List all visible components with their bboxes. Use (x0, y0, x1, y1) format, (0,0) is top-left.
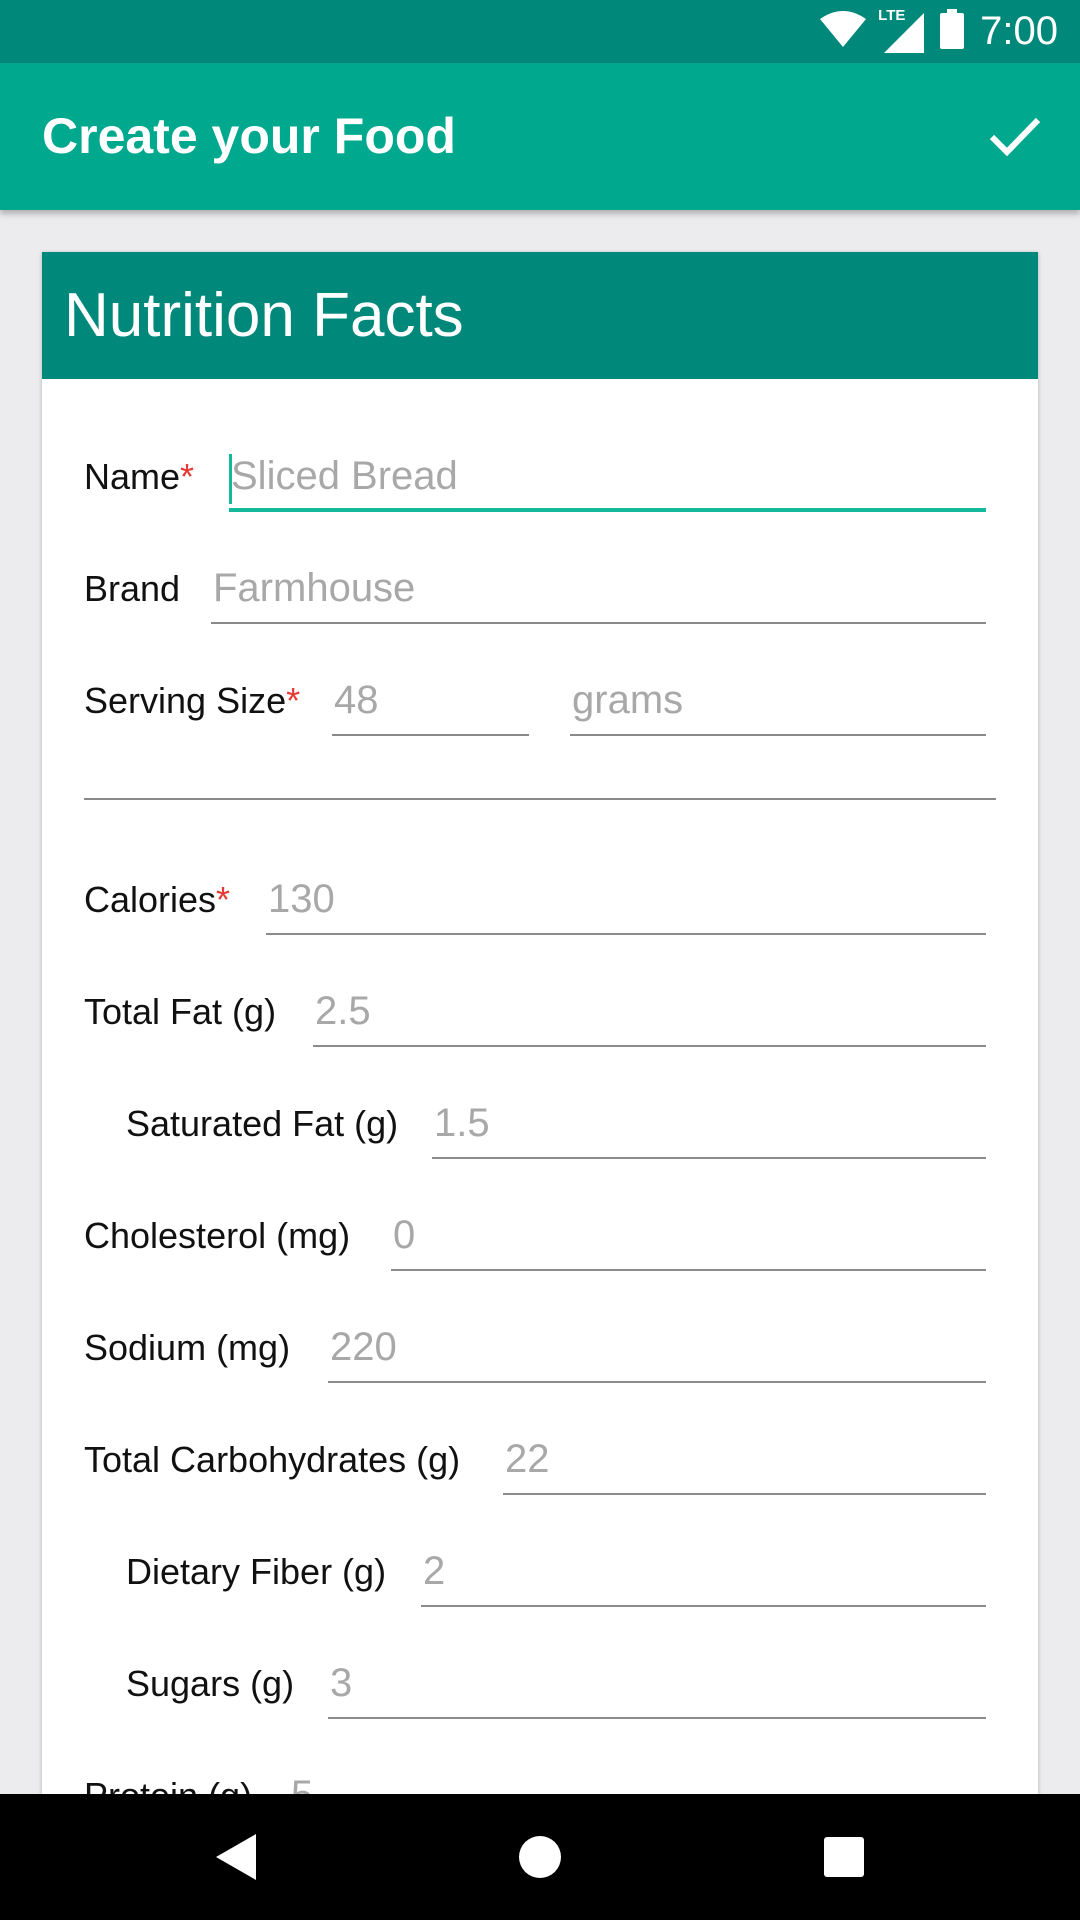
sodium-field[interactable]: 220 (328, 1313, 986, 1383)
calories-field[interactable]: 130 (266, 865, 986, 935)
calories-row: Calories* 130 (42, 865, 1038, 935)
cholesterol-row: Cholesterol (mg) 0 (42, 1201, 1038, 1271)
sodium-row: Sodium (mg) 220 (42, 1313, 1038, 1383)
brand-field[interactable]: Farmhouse (211, 554, 986, 624)
serving-size-label: Serving Size* (84, 680, 301, 721)
saturated-fat-row: Saturated Fat (g) 1.5 (42, 1089, 1038, 1159)
card-header: Nutrition Facts (42, 252, 1038, 379)
network-label: LTE (878, 6, 906, 24)
total-fat-value: 2.5 (315, 989, 371, 1033)
total-carbs-field[interactable]: 22 (503, 1425, 986, 1495)
save-button[interactable] (978, 99, 1052, 173)
sugars-value: 3 (330, 1661, 353, 1705)
check-icon (989, 117, 1041, 156)
status-time: 7:00 (980, 9, 1058, 53)
app-bar: Create your Food (0, 63, 1080, 210)
wifi-icon (820, 11, 867, 52)
recents-button[interactable] (812, 1825, 876, 1889)
home-icon (519, 1836, 561, 1878)
cholesterol-label: Cholesterol (mg) (84, 1215, 351, 1256)
sodium-label: Sodium (mg) (84, 1327, 291, 1368)
card-title: Nutrition Facts (64, 281, 464, 350)
back-button[interactable] (204, 1825, 268, 1889)
serving-size-row: Serving Size* 48 grams (42, 666, 1038, 736)
app-title: Create your Food (42, 108, 456, 164)
status-bar: LTE 7:00 (0, 0, 1080, 63)
sugars-label: Sugars (g) (126, 1663, 295, 1704)
total-carbs-label: Total Carbohydrates (g) (84, 1439, 461, 1480)
nutrition-card: Nutrition Facts Name* Sliced Bread Brand… (42, 252, 1038, 1812)
recents-icon (824, 1837, 864, 1877)
required-marker: * (286, 680, 301, 721)
saturated-fat-value: 1.5 (434, 1101, 490, 1145)
brand-value: Farmhouse (213, 566, 416, 610)
name-field[interactable]: Sliced Bread (229, 442, 986, 512)
status-icons: LTE 7:00 (820, 0, 1058, 63)
serving-amount-field[interactable]: 48 (332, 666, 529, 736)
home-button[interactable] (508, 1825, 572, 1889)
name-label: Name* (84, 456, 195, 497)
total-carbs-value: 22 (505, 1437, 550, 1481)
cholesterol-value: 0 (393, 1213, 416, 1257)
sugars-row: Sugars (g) 3 (42, 1649, 1038, 1719)
battery-icon (940, 9, 965, 54)
total-carbs-row: Total Carbohydrates (g) 22 (42, 1425, 1038, 1495)
navigation-bar (0, 1794, 1080, 1920)
sugars-field[interactable]: 3 (328, 1649, 986, 1719)
back-icon (216, 1834, 256, 1880)
total-fat-field[interactable]: 2.5 (313, 977, 986, 1047)
serving-unit-field[interactable]: grams (570, 666, 986, 736)
serving-unit-value: grams (572, 678, 684, 722)
dietary-fiber-field[interactable]: 2 (421, 1537, 986, 1607)
lte-signal-icon: LTE (878, 7, 925, 53)
brand-label: Brand (84, 568, 181, 609)
required-marker: * (216, 879, 231, 920)
dietary-fiber-row: Dietary Fiber (g) 2 (42, 1537, 1038, 1607)
cholesterol-field[interactable]: 0 (391, 1201, 986, 1271)
brand-row: Brand Farmhouse (42, 554, 1038, 624)
dietary-fiber-label: Dietary Fiber (g) (126, 1551, 387, 1592)
total-fat-row: Total Fat (g) 2.5 (42, 977, 1038, 1047)
dietary-fiber-value: 2 (423, 1549, 446, 1593)
serving-amount-value: 48 (334, 678, 379, 722)
name-value: Sliced Bread (231, 454, 458, 498)
calories-label: Calories* (84, 879, 231, 920)
name-row: Name* Sliced Bread (42, 442, 1038, 512)
required-marker: * (180, 456, 195, 497)
section-divider (84, 798, 996, 800)
total-fat-label: Total Fat (g) (84, 991, 277, 1032)
saturated-fat-field[interactable]: 1.5 (432, 1089, 986, 1159)
saturated-fat-label: Saturated Fat (g) (126, 1103, 399, 1144)
sodium-value: 220 (330, 1325, 397, 1369)
calories-value: 130 (268, 877, 335, 921)
